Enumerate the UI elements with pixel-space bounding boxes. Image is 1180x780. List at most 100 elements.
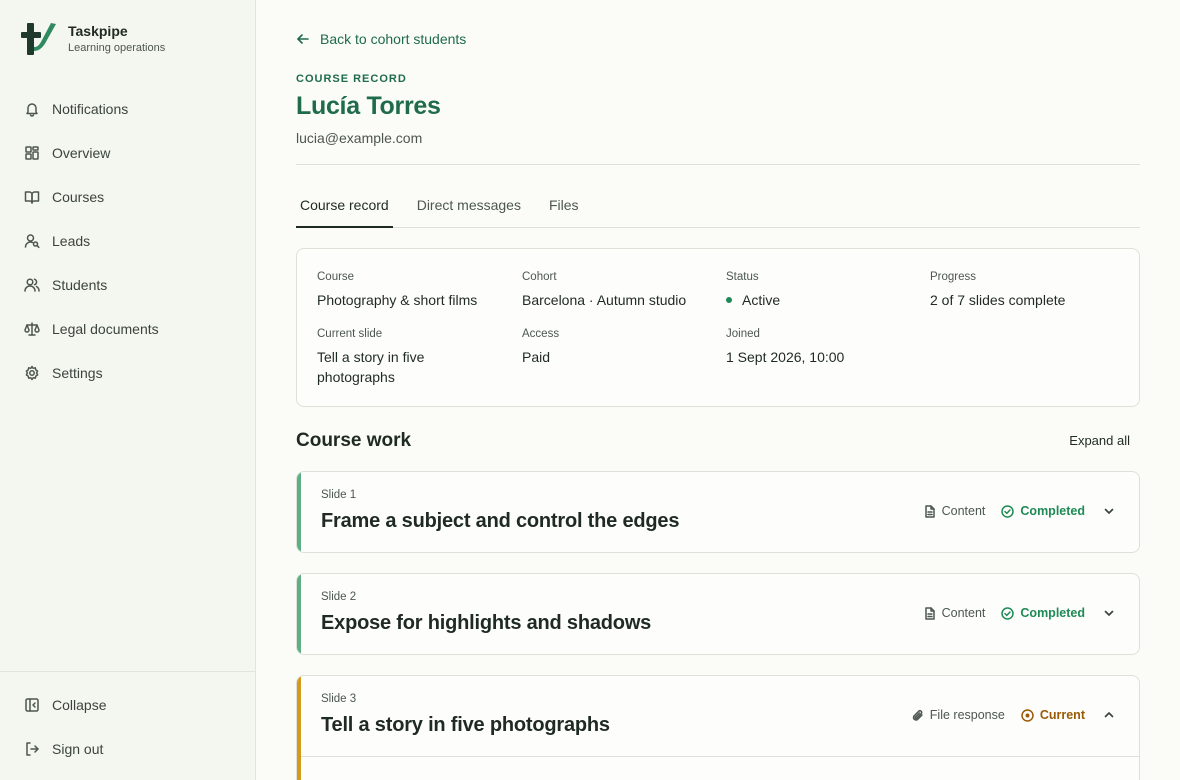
sidebar-item-label: Settings — [52, 365, 103, 381]
field-value: Photography & short films — [317, 292, 478, 308]
page-title: Lucía Torres — [296, 92, 441, 120]
field-label: Course — [317, 271, 355, 283]
field-status: Status Active — [726, 270, 916, 310]
sidebar-footer: Collapse Sign out — [0, 671, 256, 771]
sign-out-button[interactable]: Sign out — [0, 727, 256, 771]
chevron-down-icon[interactable] — [1103, 607, 1115, 619]
sidebar-item-label: Leads — [52, 233, 91, 249]
field-current-slide: Current slide Tell a story in five photo… — [317, 327, 467, 387]
taskpipe-logo-icon — [21, 23, 56, 55]
slide-number: Slide 2 — [321, 591, 357, 603]
collapse-button[interactable]: Collapse — [0, 683, 256, 727]
chevron-down-icon[interactable] — [1103, 505, 1115, 517]
field-cohort: Cohort Barcelona · Autumn studio — [522, 270, 712, 310]
current-circle-icon — [1021, 708, 1034, 722]
section-title: Course work — [296, 430, 412, 451]
sidebar-item-notifications[interactable]: Notifications — [0, 87, 256, 131]
grid-icon — [25, 146, 39, 160]
field-value: 2 of 7 slides complete — [930, 292, 1066, 308]
slide-type-label: Content — [941, 606, 986, 620]
slide-type-label: File response — [929, 708, 1005, 722]
slide-status: Completed — [1001, 606, 1085, 620]
sign-out-icon — [26, 742, 39, 756]
slide-status: Current — [1021, 708, 1085, 722]
field-joined: Joined 1 Sept 2026, 10:00 — [726, 327, 916, 367]
slide-accent — [297, 676, 301, 780]
back-link[interactable]: Back to cohort students — [296, 31, 466, 47]
sidebar-item-leads[interactable]: Leads — [0, 219, 256, 263]
sign-out-label: Sign out — [52, 741, 104, 757]
slide-type-label: Content — [941, 504, 986, 518]
field-value: Barcelona · Autumn studio — [522, 292, 687, 308]
sidebar-item-settings[interactable]: Settings — [0, 351, 256, 395]
slide-title: Frame a subject and control the edges — [321, 510, 680, 532]
sidebar: Taskpipe Learning operations Notificatio… — [0, 0, 256, 780]
brand[interactable]: Taskpipe Learning operations — [20, 20, 165, 58]
slide-status: Completed — [1001, 504, 1085, 518]
slide-card-2[interactable]: Slide 2 Expose for highlights and shadow… — [296, 573, 1140, 655]
slide-type: File response — [911, 708, 1005, 722]
document-icon — [924, 606, 935, 620]
slide-number: Slide 1 — [321, 489, 357, 501]
page-eyebrow: COURSE RECORD — [296, 73, 407, 85]
slide-type: Content — [923, 504, 986, 518]
student-email[interactable]: lucia@example.com — [296, 130, 422, 146]
slide-card-1[interactable]: Slide 1 Frame a subject and control the … — [296, 471, 1140, 553]
status-value: Active — [742, 292, 781, 308]
sidebar-item-label: Legal documents — [52, 321, 159, 337]
users-icon — [24, 278, 40, 292]
sidebar-nav: Notifications Overview Courses Leads Stu… — [0, 87, 256, 395]
sidebar-item-legal-documents[interactable]: Legal documents — [0, 307, 256, 351]
paperclip-icon — [912, 709, 923, 721]
brand-subtitle: Learning operations — [68, 42, 166, 54]
field-label: Joined — [726, 328, 760, 340]
course-record-card: Course Photography & short films Cohort … — [296, 248, 1140, 407]
tab-direct-messages[interactable]: Direct messages — [413, 188, 525, 228]
brand-name: Taskpipe — [68, 23, 128, 39]
status-dot-icon — [726, 297, 732, 304]
back-link-label: Back to cohort students — [320, 31, 467, 47]
slide-body-divider — [301, 756, 1139, 757]
slide-title: Tell a story in five photographs — [321, 714, 610, 736]
slide-accent — [297, 472, 301, 552]
slide-number: Slide 3 — [321, 693, 357, 705]
sidebar-item-courses[interactable]: Courses — [0, 175, 256, 219]
expand-all-button[interactable]: Expand all — [1069, 433, 1130, 448]
book-icon — [24, 191, 40, 204]
field-label: Progress — [930, 271, 977, 283]
user-search-icon — [24, 234, 40, 249]
sidebar-item-label: Overview — [52, 145, 111, 161]
field-label: Current slide — [317, 328, 383, 340]
field-label: Access — [522, 328, 560, 340]
slide-meta: File response Current — [911, 708, 1115, 722]
arrow-left-icon — [297, 34, 309, 44]
field-label: Status — [726, 271, 759, 283]
slide-status-label: Current — [1039, 708, 1085, 722]
sidebar-item-overview[interactable]: Overview — [0, 131, 256, 175]
tab-bar: Course record Direct messages Files — [296, 188, 1140, 228]
header-divider — [296, 164, 1140, 165]
field-access: Access Paid — [522, 327, 712, 367]
status-badge: Active — [726, 290, 916, 310]
tab-files[interactable]: Files — [545, 188, 583, 228]
check-circle-icon — [1001, 504, 1015, 518]
collapse-sidebar-icon — [25, 698, 39, 712]
field-value: 1 Sept 2026, 10:00 — [726, 349, 845, 365]
collapse-label: Collapse — [52, 697, 107, 713]
sidebar-item-students[interactable]: Students — [0, 263, 256, 307]
field-value: Paid — [522, 349, 551, 365]
tab-course-record[interactable]: Course record — [296, 188, 393, 228]
document-icon — [924, 504, 935, 518]
slide-meta: Content Completed — [923, 606, 1115, 620]
slide-meta: Content Completed — [923, 504, 1115, 518]
sidebar-item-label: Courses — [52, 189, 105, 205]
slide-status-label: Completed — [1020, 606, 1085, 620]
scale-icon — [24, 322, 40, 336]
chevron-up-icon[interactable] — [1103, 709, 1115, 721]
slide-card-3[interactable]: Slide 3 Tell a story in five photographs… — [296, 675, 1140, 780]
slide-accent — [297, 574, 301, 654]
check-circle-icon — [1001, 606, 1015, 620]
field-label: Cohort — [522, 271, 557, 283]
field-progress: Progress 2 of 7 slides complete — [930, 270, 1130, 310]
slide-type: Content — [923, 606, 986, 620]
